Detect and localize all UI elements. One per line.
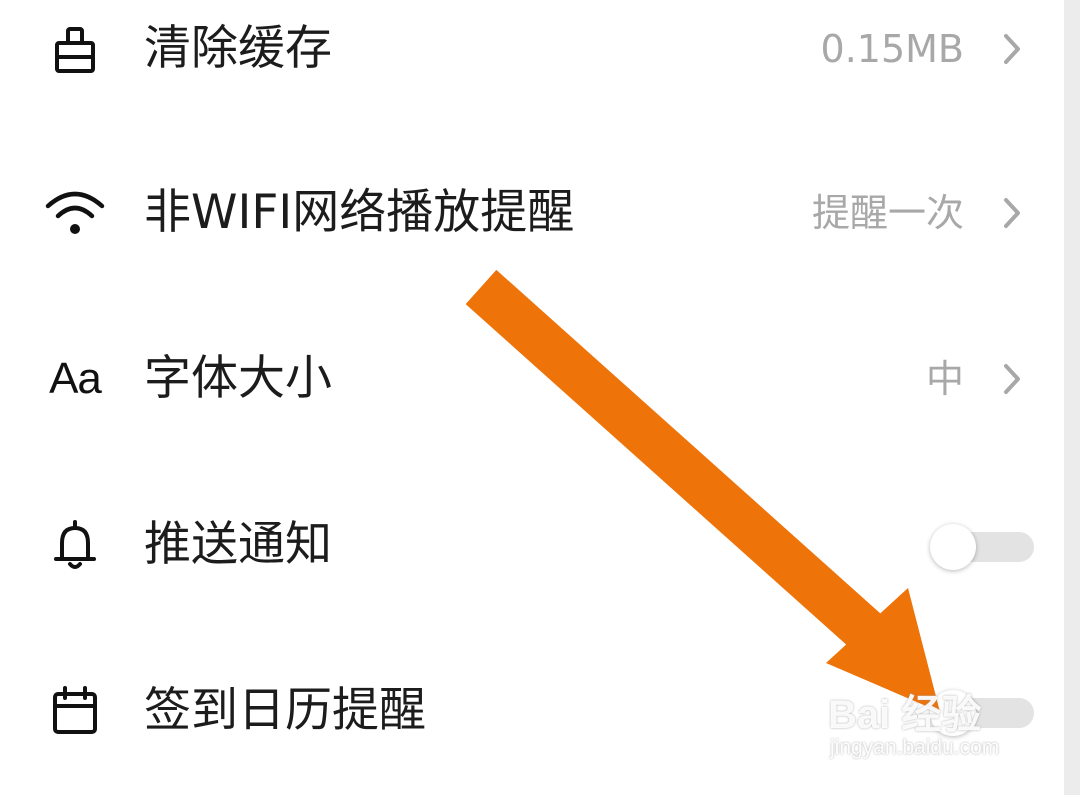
bell-icon (42, 512, 108, 578)
screen-edge (1064, 0, 1080, 795)
settings-row-clear-cache[interactable]: 清除缓存 0.15MB (0, 0, 1060, 114)
chevron-right-icon (1000, 196, 1024, 230)
watermark-url: jingyan.baidu.com (830, 736, 1000, 759)
settings-row-non-wifi-reminder[interactable]: 非WIFI网络播放提醒 提醒一次 (0, 148, 1060, 278)
broom-icon (42, 16, 108, 82)
toggle-knob (930, 524, 976, 570)
font-size-icon: Aa (42, 346, 108, 412)
checkin-calendar-reminder-label: 签到日历提醒 (144, 683, 426, 738)
push-notifications-toggle[interactable] (930, 524, 1034, 570)
settings-page: 清除缓存 0.15MB 非WIFI网络播放提醒 提醒一次 Aa 字体大小 中 推… (0, 0, 1060, 795)
chevron-right-icon (1000, 32, 1024, 66)
clear-cache-label: 清除缓存 (144, 21, 332, 76)
settings-row-font-size[interactable]: Aa 字体大小 中 (0, 314, 1060, 444)
chevron-right-icon (1000, 362, 1024, 396)
font-size-value: 中 (925, 357, 964, 401)
wifi-icon (42, 180, 108, 246)
font-size-label: 字体大小 (144, 351, 332, 406)
push-notifications-label: 推送通知 (144, 517, 332, 572)
settings-row-push-notifications: 推送通知 (0, 480, 1060, 610)
font-size-icon-glyph: Aa (49, 354, 102, 403)
watermark-brand: Bai 经验 (828, 693, 982, 737)
cache-size-value: 0.15MB (820, 27, 964, 71)
watermark: Bai 经验 jingyan.baidu.com (828, 682, 1048, 782)
non-wifi-reminder-label: 非WIFI网络播放提醒 (144, 185, 575, 240)
reminder-frequency-value: 提醒一次 (811, 191, 964, 235)
calendar-icon (42, 678, 108, 744)
